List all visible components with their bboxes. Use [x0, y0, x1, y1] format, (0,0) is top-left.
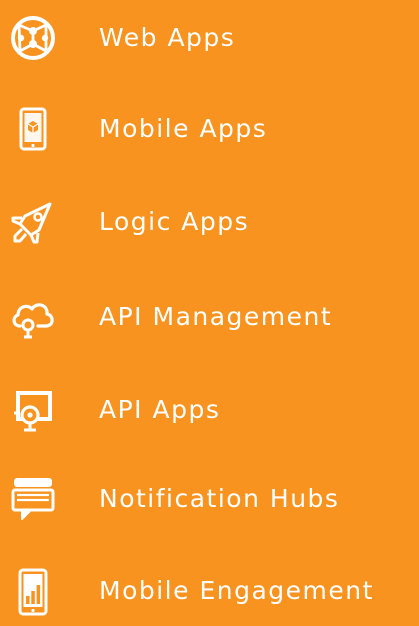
mobile-chart-icon	[8, 566, 58, 616]
api-window-icon	[8, 385, 58, 435]
mobile-device-icon	[8, 104, 58, 154]
menu-item-logic-apps[interactable]: Logic Apps	[0, 197, 419, 257]
services-menu: Web Apps Mobile Apps Logic Apps API Mana…	[0, 0, 419, 623]
menu-item-label: Mobile Apps	[99, 114, 268, 143]
menu-item-label: Notification Hubs	[99, 484, 340, 513]
menu-item-label: Logic Apps	[99, 207, 250, 236]
notification-stack-icon	[8, 474, 58, 524]
cloud-gear-icon	[8, 292, 58, 342]
menu-item-api-apps[interactable]: API Apps	[0, 385, 419, 445]
rocket-icon	[8, 197, 58, 247]
menu-item-label: Web Apps	[99, 23, 236, 52]
menu-item-api-management[interactable]: API Management	[0, 292, 419, 352]
menu-item-label: API Apps	[99, 395, 221, 424]
menu-item-label: API Management	[99, 302, 333, 331]
menu-item-mobile-engagement[interactable]: Mobile Engagement	[0, 566, 419, 626]
menu-item-web-apps[interactable]: Web Apps	[0, 13, 419, 73]
menu-item-mobile-apps[interactable]: Mobile Apps	[0, 104, 419, 164]
globe-network-icon	[8, 13, 58, 63]
menu-item-notification-hubs[interactable]: Notification Hubs	[0, 474, 419, 534]
menu-item-label: Mobile Engagement	[99, 576, 374, 605]
